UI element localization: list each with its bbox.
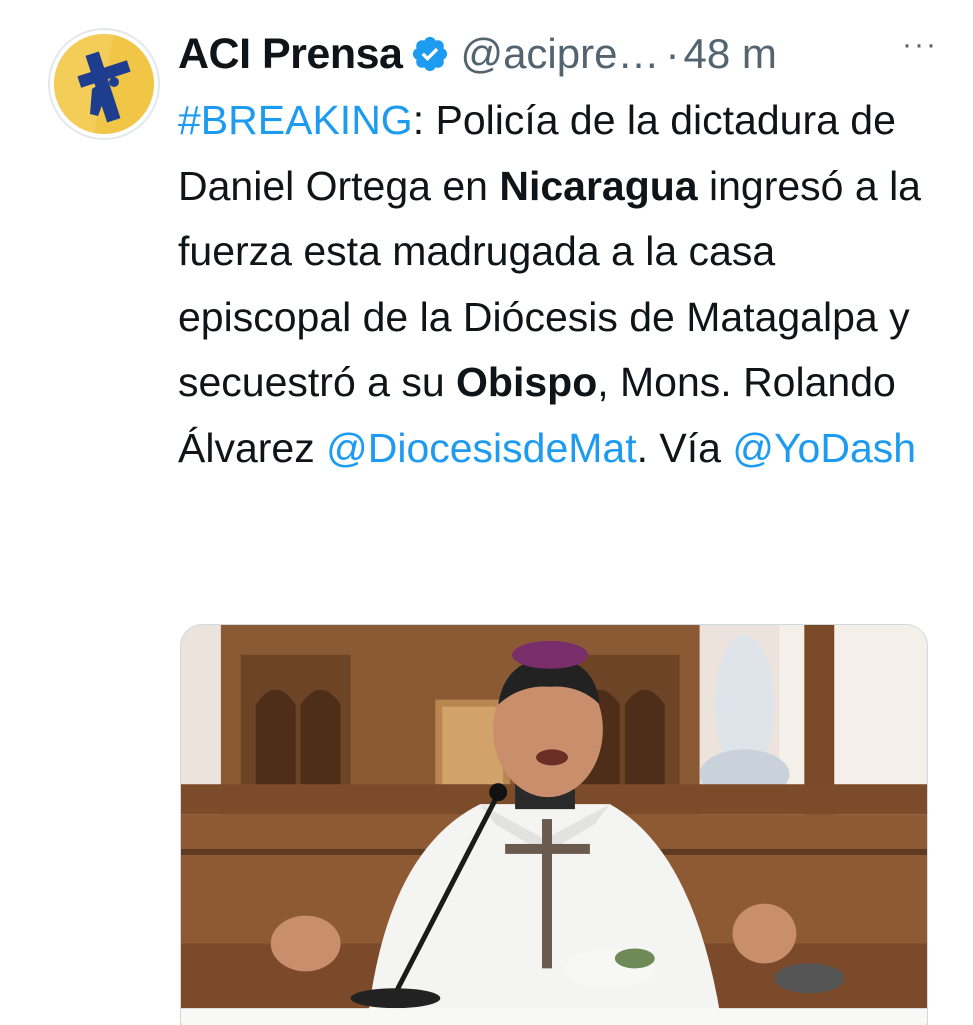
- tweet-media-photo[interactable]: [180, 624, 928, 1025]
- tweet-header: ACI Prensa @acipre… · 48 m ···: [178, 24, 938, 84]
- avatar[interactable]: [50, 30, 158, 138]
- bold-text: Obispo: [456, 359, 598, 405]
- separator-dot: ·: [665, 30, 680, 77]
- more-options-icon[interactable]: ···: [902, 28, 938, 62]
- mention-link[interactable]: @YoDash: [732, 425, 916, 471]
- verified-badge-icon: [413, 36, 448, 72]
- tweet-text: #BREAKING: Policía de la dictadura de Da…: [178, 88, 938, 481]
- author-handle[interactable]: @acipre…: [460, 30, 659, 78]
- hashtag-link[interactable]: #BREAKING: [178, 97, 413, 143]
- timestamp[interactable]: 48 m: [683, 30, 776, 78]
- photo-image: [181, 625, 927, 1025]
- tweet[interactable]: ACI Prensa @acipre… · 48 m ··· #BREAKING…: [0, 0, 973, 1025]
- tweet-text-part: . Vía: [636, 424, 733, 471]
- bold-text: Nicaragua: [499, 162, 698, 209]
- author-name[interactable]: ACI Prensa: [178, 30, 403, 79]
- aci-prensa-logo-icon: [54, 34, 154, 134]
- mention-link[interactable]: @DiocesisdeMat: [326, 425, 637, 471]
